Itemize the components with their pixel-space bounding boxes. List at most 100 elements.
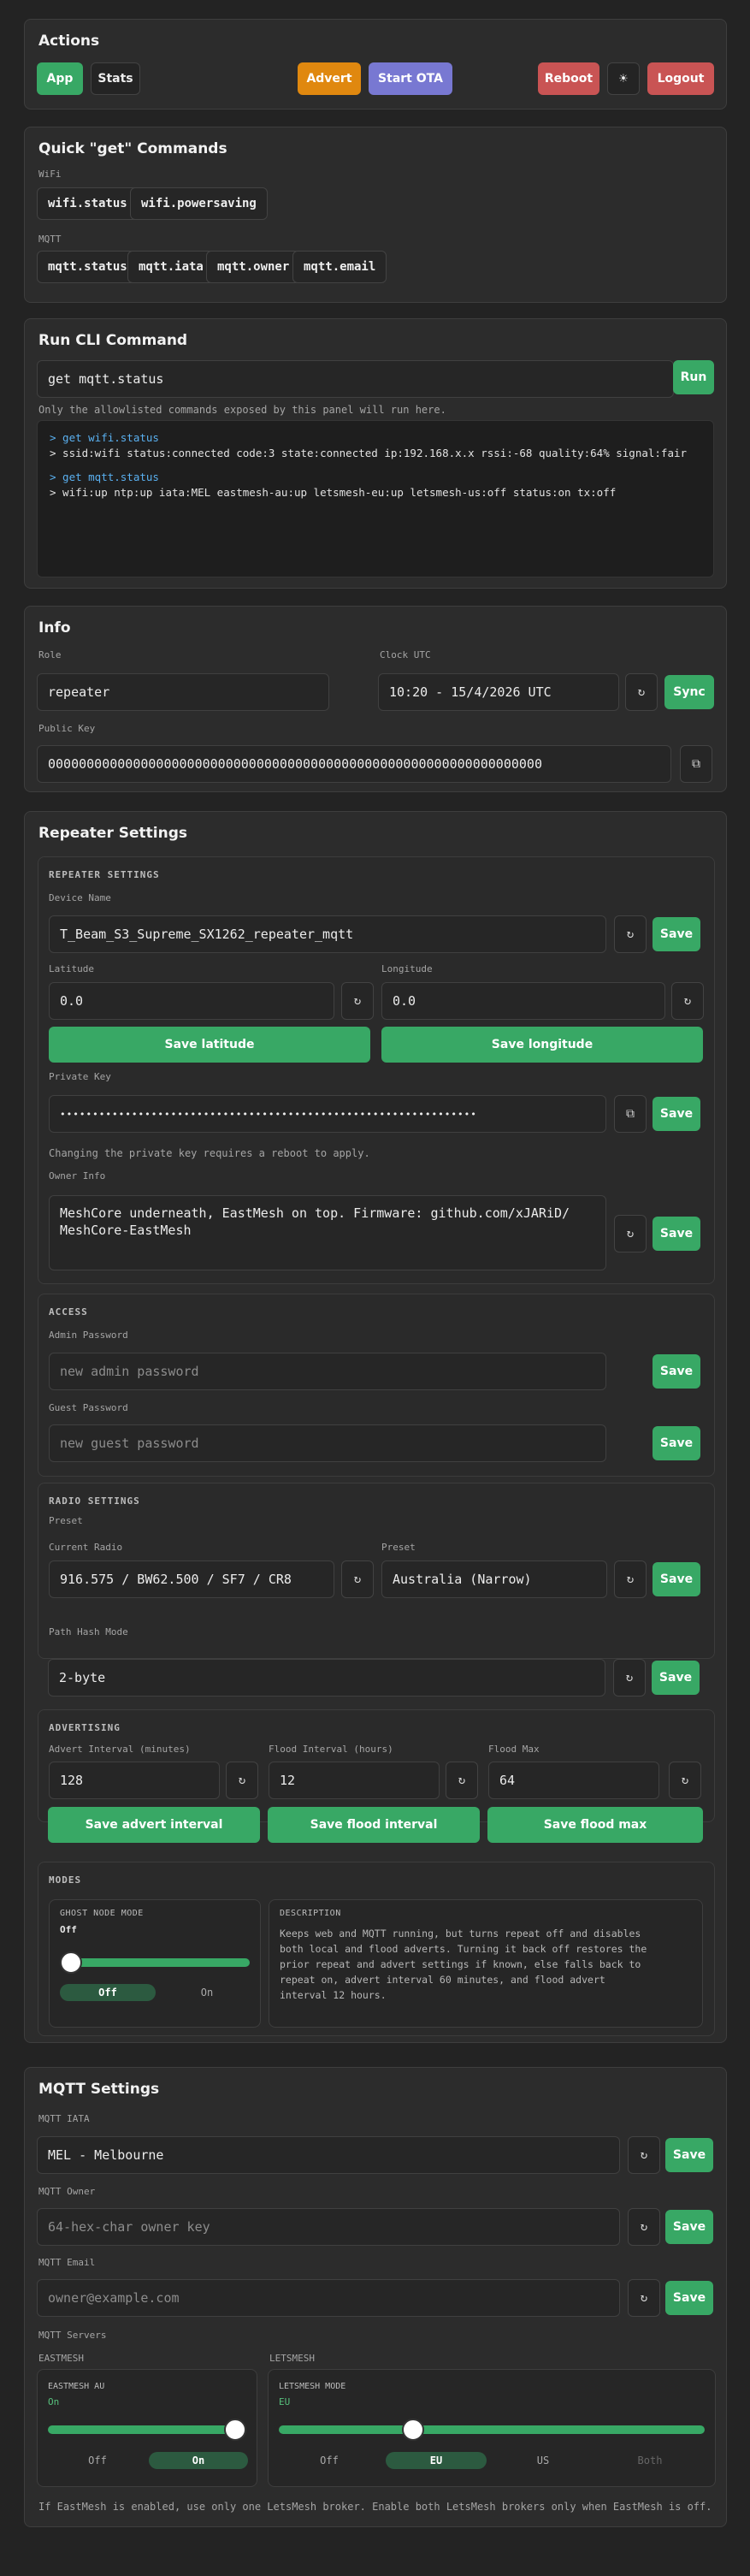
refresh-icon[interactable]: ↻ <box>669 1762 701 1799</box>
eastmesh-label: EASTMESH <box>38 2353 84 2364</box>
copy-public-key-icon[interactable]: ⧉ <box>680 745 712 783</box>
advert-button[interactable]: Advert <box>298 62 361 95</box>
guest-password-input[interactable]: new guest password <box>49 1424 606 1462</box>
advert-interval-input[interactable]: 128 <box>49 1762 220 1799</box>
refresh-icon[interactable]: ↻ <box>628 2208 660 2246</box>
save-preset-button[interactable]: Save <box>653 1562 700 1596</box>
save-mqtt-owner-button[interactable]: Save <box>665 2210 713 2244</box>
save-mqtt-email-button[interactable]: Save <box>665 2281 713 2315</box>
save-button[interactable]: Save <box>653 917 700 951</box>
refresh-icon[interactable]: ↻ <box>341 1560 374 1598</box>
letsmesh-option-off[interactable]: Off <box>279 2452 380 2469</box>
mqtt-iata-select[interactable]: MEL - Melbourne <box>37 2136 620 2174</box>
refresh-icon[interactable]: ↻ <box>628 2279 660 2317</box>
private-key-input[interactable]: ••••••••••••••••••••••••••••••••••••••••… <box>49 1095 606 1133</box>
section-title: REPEATER SETTINGS <box>49 869 160 880</box>
copy-private-key-icon[interactable]: ⧉ <box>614 1095 647 1133</box>
ghost-node-title: GHOST NODE MODE <box>60 1909 144 1918</box>
path-hash-select[interactable]: 2-byte <box>48 1659 605 1697</box>
reboot-button[interactable]: Reboot <box>538 62 599 95</box>
save-longitude-button[interactable]: Save longitude <box>381 1027 703 1063</box>
cli-input[interactable]: get mqtt.status <box>37 360 674 398</box>
refresh-icon[interactable]: ↻ <box>614 915 647 953</box>
actions-panel: Actions App Stats Advert Start OTA Reboo… <box>24 19 727 110</box>
theme-toggle-icon[interactable]: ☀ <box>607 62 640 95</box>
eastmesh-option-on[interactable]: On <box>149 2452 248 2469</box>
cmd-mqtt-status[interactable]: mqtt.status <box>37 251 139 283</box>
logout-button[interactable]: Logout <box>647 62 714 95</box>
owner-info-label: Owner Info <box>49 1170 106 1181</box>
eastmesh-slider-knob[interactable] <box>224 2419 246 2441</box>
eastmesh-slider-track[interactable] <box>48 2425 246 2434</box>
cmd-mqtt-iata[interactable]: mqtt.iata <box>127 251 215 283</box>
section-title: ACCESS <box>49 1306 88 1318</box>
mqtt-email-input[interactable]: owner@example.com <box>37 2279 620 2317</box>
save-advert-interval-button[interactable]: Save advert interval <box>48 1807 260 1843</box>
save-button[interactable]: Save <box>653 1217 700 1251</box>
app-button[interactable]: App <box>37 62 83 95</box>
letsmesh-option-us[interactable]: US <box>493 2452 594 2469</box>
device-name-input[interactable]: T_Beam_S3_Supreme_SX1262_repeater_mqtt <box>49 915 606 953</box>
ghost-node-slider-track[interactable] <box>60 1958 250 1967</box>
save-path-hash-button[interactable]: Save <box>652 1661 700 1695</box>
eastmesh-state: On <box>48 2396 60 2407</box>
refresh-icon[interactable]: ↻ <box>671 982 704 1020</box>
letsmesh-option-both: Both <box>637 2455 663 2466</box>
path-hash-label: Path Hash Mode <box>49 1626 128 1637</box>
latitude-input[interactable]: 0.0 <box>49 982 334 1020</box>
refresh-icon[interactable]: ↻ <box>226 1762 258 1799</box>
quick-commands-title: Quick "get" Commands <box>38 140 227 157</box>
preset-select[interactable]: Australia (Narrow) <box>381 1560 607 1598</box>
letsmesh-option-eu[interactable]: EU <box>386 2452 487 2469</box>
public-key-label: Public Key <box>38 723 96 734</box>
run-button[interactable]: Run <box>673 360 714 394</box>
cmd-wifi-powersaving[interactable]: wifi.powersaving <box>130 187 268 220</box>
refresh-icon[interactable]: ↻ <box>341 982 374 1020</box>
save-guest-password-button[interactable]: Save <box>653 1426 700 1460</box>
wifi-label: WiFi <box>38 169 62 180</box>
admin-password-input[interactable]: new admin password <box>49 1353 606 1390</box>
mqtt-owner-input[interactable]: 64-hex-char owner key <box>37 2208 620 2246</box>
info-title: Info <box>38 619 71 637</box>
cmd-mqtt-email[interactable]: mqtt.email <box>292 251 387 283</box>
save-flood-max-button[interactable]: Save flood max <box>487 1807 703 1843</box>
repeater-settings-panel: Repeater Settings REPEATER SETTINGS Devi… <box>24 811 727 2043</box>
sync-button[interactable]: Sync <box>664 675 714 709</box>
refresh-icon[interactable]: ↻ <box>614 1215 647 1252</box>
flood-max-input[interactable]: 64 <box>488 1762 659 1799</box>
save-admin-password-button[interactable]: Save <box>653 1354 700 1389</box>
start-ota-button[interactable]: Start OTA <box>369 62 452 95</box>
save-button[interactable]: Save <box>653 1097 700 1131</box>
letsmesh-slider-track[interactable] <box>279 2425 705 2434</box>
longitude-input[interactable]: 0.0 <box>381 982 665 1020</box>
flood-interval-input[interactable]: 12 <box>269 1762 440 1799</box>
refresh-icon[interactable]: ↻ <box>628 2136 660 2174</box>
letsmesh-card: LETSMESH MODE EU Off EU US Both <box>268 2369 716 2487</box>
refresh-icon[interactable]: ↻ <box>446 1762 478 1799</box>
stats-button[interactable]: Stats <box>91 62 140 95</box>
letsmesh-slider-knob[interactable] <box>402 2419 424 2441</box>
owner-info-textarea[interactable]: MeshCore underneath, EastMesh on top. Fi… <box>49 1195 606 1270</box>
save-mqtt-iata-button[interactable]: Save <box>665 2138 713 2172</box>
eastmesh-card-title: EASTMESH AU <box>48 2382 105 2391</box>
cli-output: > get wifi.status > ssid:wifi status:con… <box>37 420 714 577</box>
cli-panel: Run CLI Command get mqtt.status Run Only… <box>24 318 727 589</box>
eastmesh-card: EASTMESH AU On Off On <box>37 2369 257 2487</box>
admin-password-label: Admin Password <box>49 1329 128 1341</box>
actions-title: Actions <box>38 33 100 50</box>
radio-settings-section: RADIO SETTINGS Preset Current Radio 916.… <box>38 1483 715 1659</box>
guest-password-label: Guest Password <box>49 1402 128 1413</box>
ghost-node-option-on[interactable]: On <box>159 1984 255 2001</box>
refresh-icon[interactable]: ↻ <box>613 1659 646 1697</box>
refresh-icon[interactable]: ↻ <box>614 1560 647 1598</box>
save-flood-interval-button[interactable]: Save flood interval <box>268 1807 480 1843</box>
ghost-node-option-off[interactable]: Off <box>60 1984 156 2001</box>
save-latitude-button[interactable]: Save latitude <box>49 1027 370 1063</box>
cmd-wifi-status[interactable]: wifi.status <box>37 187 139 220</box>
refresh-clock-icon[interactable]: ↻ <box>625 673 658 711</box>
section-title: ADVERTISING <box>49 1722 121 1733</box>
mqtt-settings-title: MQTT Settings <box>38 2081 160 2098</box>
cmd-mqtt-owner[interactable]: mqtt.owner <box>206 251 301 283</box>
ghost-node-slider-knob[interactable] <box>60 1951 82 1974</box>
eastmesh-option-off[interactable]: Off <box>48 2452 147 2469</box>
